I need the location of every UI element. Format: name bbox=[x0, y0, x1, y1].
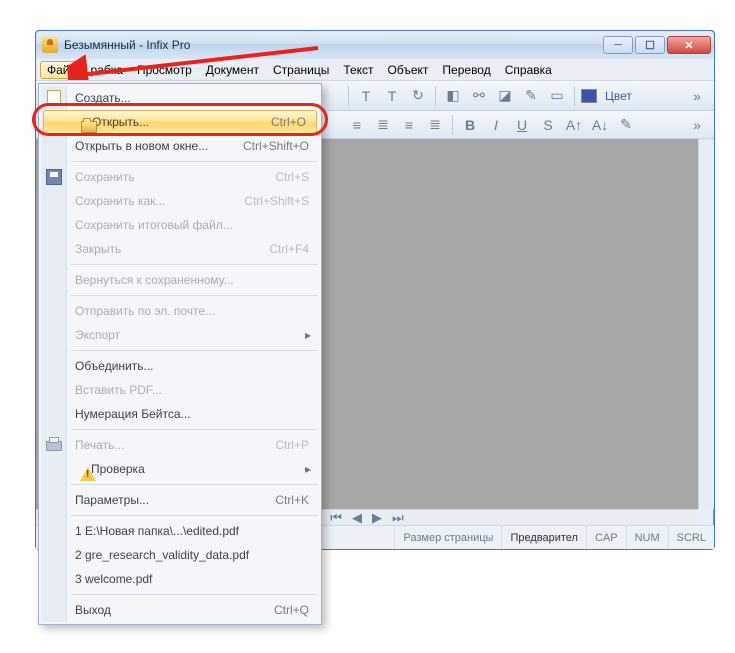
title-bar: Безымянный - Infix Pro ─ ☐ ✕ bbox=[36, 31, 714, 59]
separator bbox=[71, 161, 317, 162]
maximize-button[interactable]: ☐ bbox=[635, 36, 665, 54]
separator bbox=[452, 115, 453, 135]
menu-help[interactable]: Справка bbox=[498, 61, 559, 79]
new-file-icon bbox=[46, 90, 62, 106]
menu-recent-1[interactable]: 1 E:\Новая папка\...\edited.pdf bbox=[41, 519, 319, 543]
menu-create[interactable]: Создать... bbox=[41, 86, 319, 110]
minimize-button[interactable]: ─ bbox=[603, 36, 633, 54]
separator bbox=[348, 86, 349, 106]
last-page-icon[interactable]: ⏭ bbox=[392, 510, 404, 526]
next-page-icon[interactable]: ▶ bbox=[372, 510, 382, 526]
menu-object[interactable]: Объект bbox=[381, 61, 436, 79]
menu-recent-2[interactable]: 2 gre_research_validity_data.pdf bbox=[41, 543, 319, 567]
first-page-icon[interactable]: ⏮ bbox=[330, 510, 342, 526]
underline-icon[interactable]: U bbox=[511, 114, 533, 136]
menu-save: Сохранить Ctrl+S bbox=[41, 165, 319, 189]
bold-icon[interactable]: B bbox=[459, 114, 481, 136]
status-num: NUM bbox=[626, 526, 668, 549]
redact-icon[interactable]: ▭ bbox=[546, 85, 568, 107]
prev-page-icon[interactable]: ◀ bbox=[352, 510, 362, 526]
separator bbox=[435, 86, 436, 106]
menu-check[interactable]: Проверка bbox=[41, 457, 319, 481]
vertical-scrollbar[interactable] bbox=[698, 139, 714, 509]
link-icon[interactable]: ⚯ bbox=[468, 85, 490, 107]
menu-preferences[interactable]: Параметры... Ctrl+K bbox=[41, 488, 319, 512]
overflow-icon[interactable]: » bbox=[686, 85, 708, 107]
align-right-icon[interactable]: ≡ bbox=[398, 114, 420, 136]
italic-icon[interactable]: I bbox=[485, 114, 507, 136]
color-swatch[interactable] bbox=[581, 89, 597, 103]
menu-revert: Вернуться к сохраненному... bbox=[41, 268, 319, 292]
align-justify-icon[interactable]: ≣ bbox=[424, 114, 446, 136]
menu-text[interactable]: Текст bbox=[336, 61, 380, 79]
close-button[interactable]: ✕ bbox=[667, 36, 711, 54]
warning-icon bbox=[80, 467, 96, 481]
separator bbox=[71, 264, 317, 265]
menu-export: Экспорт bbox=[41, 323, 319, 347]
menu-file[interactable]: Файл bbox=[40, 61, 84, 79]
rotate-text-icon[interactable]: ↻ bbox=[407, 85, 429, 107]
status-page-size: Размер страницы bbox=[394, 526, 501, 549]
highlighter-icon[interactable]: ✎ bbox=[615, 114, 637, 136]
menu-translate[interactable]: Перевод bbox=[435, 61, 497, 79]
separator bbox=[71, 350, 317, 351]
window-title: Безымянный - Infix Pro bbox=[64, 38, 190, 52]
separator bbox=[71, 515, 317, 516]
open-folder-icon bbox=[81, 121, 97, 133]
menu-open[interactable]: Открыть... Ctrl+O bbox=[43, 110, 317, 134]
menu-print: Печать... Ctrl+P bbox=[41, 433, 319, 457]
menu-pages[interactable]: Страницы bbox=[266, 61, 336, 79]
separator bbox=[71, 484, 317, 485]
menu-merge[interactable]: Объединить... bbox=[41, 354, 319, 378]
camera-icon[interactable]: ◪ bbox=[494, 85, 516, 107]
save-icon bbox=[46, 169, 62, 185]
align-center-icon[interactable]: ≣ bbox=[372, 114, 394, 136]
status-preview[interactable]: Предварител bbox=[501, 526, 586, 549]
superscript-icon[interactable]: A↑ bbox=[563, 114, 585, 136]
strike-icon[interactable]: S bbox=[537, 114, 559, 136]
menu-send-email: Отправить по эл. почте... bbox=[41, 299, 319, 323]
menu-document[interactable]: Документ bbox=[199, 61, 266, 79]
menu-edit[interactable]: рабка bbox=[84, 61, 130, 79]
menu-recent-3[interactable]: 3 welcome.pdf bbox=[41, 567, 319, 591]
eyedropper-icon[interactable]: ✎ bbox=[520, 85, 542, 107]
align-left-icon[interactable]: ≡ bbox=[346, 114, 368, 136]
crop-icon[interactable]: ◧ bbox=[442, 85, 464, 107]
file-menu-dropdown: Создать... Открыть... Ctrl+O Открыть в н… bbox=[38, 83, 322, 625]
separator bbox=[71, 295, 317, 296]
separator bbox=[71, 594, 317, 595]
menu-save-final: Сохранить итоговый файл... bbox=[41, 213, 319, 237]
color-label[interactable]: Цвет bbox=[605, 89, 632, 103]
menu-close: Закрыть Ctrl+F4 bbox=[41, 237, 319, 261]
printer-icon bbox=[46, 437, 62, 453]
app-icon bbox=[42, 37, 58, 53]
text-plus-tool-icon[interactable]: T bbox=[381, 85, 403, 107]
separator bbox=[574, 86, 575, 106]
menu-view[interactable]: Просмотр bbox=[130, 61, 199, 79]
menu-save-as: Сохранить как... Ctrl+Shift+S bbox=[41, 189, 319, 213]
separator bbox=[71, 429, 317, 430]
menu-open-new-window[interactable]: Открыть в новом окне... Ctrl+Shift+O bbox=[41, 134, 319, 158]
menu-bates[interactable]: Нумерация Бейтса... bbox=[41, 402, 319, 426]
text-tool-icon[interactable]: T bbox=[355, 85, 377, 107]
menu-insert-pdf: Вставить PDF... bbox=[41, 378, 319, 402]
overflow-icon[interactable]: » bbox=[686, 114, 708, 136]
subscript-icon[interactable]: A↓ bbox=[589, 114, 611, 136]
menu-exit[interactable]: Выход Ctrl+Q bbox=[41, 598, 319, 622]
status-cap: CAP bbox=[586, 526, 626, 549]
menu-bar: Файл рабка Просмотр Документ Страницы Те… bbox=[36, 59, 714, 81]
status-scrl: SCRL bbox=[668, 526, 714, 549]
